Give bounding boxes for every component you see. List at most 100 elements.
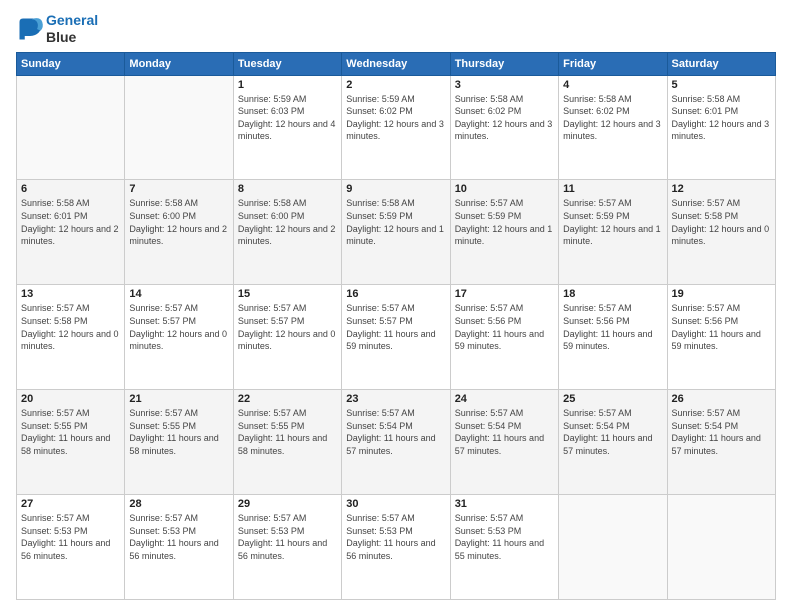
- calendar-cell: 17 Sunrise: 5:57 AM Sunset: 5:56 PM Dayli…: [450, 285, 558, 390]
- calendar-cell: [17, 75, 125, 180]
- calendar-cell: 13 Sunrise: 5:57 AM Sunset: 5:58 PM Dayli…: [17, 285, 125, 390]
- calendar-cell: 11 Sunrise: 5:57 AM Sunset: 5:59 PM Dayli…: [559, 180, 667, 285]
- day-info: Sunrise: 5:57 AM Sunset: 5:57 PM Dayligh…: [346, 302, 445, 352]
- day-number: 19: [672, 288, 771, 300]
- calendar-cell: 27 Sunrise: 5:57 AM Sunset: 5:53 PM Dayli…: [17, 495, 125, 600]
- calendar-cell: 18Sunrise: 5:57 AM Sunset: 5:56 PM Dayli…: [559, 285, 667, 390]
- day-info: Sunrise: 5:57 AM Sunset: 5:53 PM Dayligh…: [455, 512, 554, 562]
- day-number: 27: [21, 498, 120, 510]
- calendar-cell: 20 Sunrise: 5:57 AM Sunset: 5:55 PM Dayli…: [17, 390, 125, 495]
- day-info: Sunrise: 5:58 AM Sunset: 6:02 PM Dayligh…: [455, 93, 554, 143]
- calendar-cell: 23Sunrise: 5:57 AM Sunset: 5:54 PM Dayli…: [342, 390, 450, 495]
- day-info: Sunrise: 5:58 AM Sunset: 6:02 PM Dayligh…: [563, 93, 662, 143]
- day-info: Sunrise: 5:57 AM Sunset: 5:53 PM Dayligh…: [346, 512, 445, 562]
- day-info: Sunrise: 5:57 AM Sunset: 5:54 PM Dayligh…: [672, 407, 771, 457]
- day-info: Sunrise: 5:57 AM Sunset: 5:54 PM Dayligh…: [455, 407, 554, 457]
- day-number: 20: [21, 393, 120, 405]
- day-info: Sunrise: 5:58 AM Sunset: 5:59 PM Dayligh…: [346, 197, 445, 247]
- day-number: 5: [672, 79, 771, 91]
- day-info: Sunrise: 5:57 AM Sunset: 5:55 PM Dayligh…: [238, 407, 337, 457]
- calendar-cell: 3 Sunrise: 5:58 AM Sunset: 6:02 PM Daylig…: [450, 75, 558, 180]
- day-number: 3: [455, 79, 554, 91]
- weekday-header: Thursday: [450, 52, 558, 75]
- day-number: 8: [238, 183, 337, 195]
- day-number: 17: [455, 288, 554, 300]
- day-number: 16: [346, 288, 445, 300]
- calendar-cell: 31 Sunrise: 5:57 AM Sunset: 5:53 PM Dayli…: [450, 495, 558, 600]
- logo: General Blue: [16, 12, 98, 46]
- day-info: Sunrise: 5:57 AM Sunset: 5:56 PM Dayligh…: [563, 302, 662, 352]
- day-number: 29: [238, 498, 337, 510]
- day-number: 15: [238, 288, 337, 300]
- day-number: 31: [455, 498, 554, 510]
- calendar-table: SundayMondayTuesdayWednesdayThursdayFrid…: [16, 52, 776, 600]
- calendar-cell: 8 Sunrise: 5:58 AM Sunset: 6:00 PM Daylig…: [233, 180, 341, 285]
- day-number: 14: [129, 288, 228, 300]
- day-info: Sunrise: 5:59 AM Sunset: 6:03 PM Dayligh…: [238, 93, 337, 143]
- day-number: 10: [455, 183, 554, 195]
- calendar-row: 1Sunrise: 5:59 AM Sunset: 6:03 PM Daylig…: [17, 75, 776, 180]
- calendar-cell: [125, 75, 233, 180]
- calendar-cell: 30 Sunrise: 5:57 AM Sunset: 5:53 PM Dayli…: [342, 495, 450, 600]
- weekday-header: Monday: [125, 52, 233, 75]
- day-number: 28: [129, 498, 228, 510]
- calendar-row: 27 Sunrise: 5:57 AM Sunset: 5:53 PM Dayli…: [17, 495, 776, 600]
- day-number: 6: [21, 183, 120, 195]
- calendar-cell: 19 Sunrise: 5:57 AM Sunset: 5:56 PM Dayli…: [667, 285, 775, 390]
- day-info: Sunrise: 5:57 AM Sunset: 5:54 PM Dayligh…: [563, 407, 662, 457]
- day-info: Sunrise: 5:57 AM Sunset: 5:57 PM Dayligh…: [238, 302, 337, 352]
- day-number: 21: [129, 393, 228, 405]
- day-info: Sunrise: 5:57 AM Sunset: 5:55 PM Dayligh…: [21, 407, 120, 457]
- header: General Blue: [16, 12, 776, 46]
- calendar-cell: 16 Sunrise: 5:57 AM Sunset: 5:57 PM Dayli…: [342, 285, 450, 390]
- day-info: Sunrise: 5:57 AM Sunset: 5:58 PM Dayligh…: [672, 197, 771, 247]
- day-info: Sunrise: 5:57 AM Sunset: 5:59 PM Dayligh…: [455, 197, 554, 247]
- calendar-cell: 4 Sunrise: 5:58 AM Sunset: 6:02 PM Daylig…: [559, 75, 667, 180]
- day-number: 11: [563, 183, 662, 195]
- day-info: Sunrise: 5:57 AM Sunset: 5:59 PM Dayligh…: [563, 197, 662, 247]
- day-info: Sunrise: 5:57 AM Sunset: 5:56 PM Dayligh…: [455, 302, 554, 352]
- day-number: 12: [672, 183, 771, 195]
- calendar-row: 13 Sunrise: 5:57 AM Sunset: 5:58 PM Dayli…: [17, 285, 776, 390]
- calendar-cell: 2 Sunrise: 5:59 AM Sunset: 6:02 PM Daylig…: [342, 75, 450, 180]
- calendar-cell: [667, 495, 775, 600]
- weekday-header: Tuesday: [233, 52, 341, 75]
- day-info: Sunrise: 5:57 AM Sunset: 5:55 PM Dayligh…: [129, 407, 228, 457]
- day-number: 4: [563, 79, 662, 91]
- day-number: 7: [129, 183, 228, 195]
- calendar-cell: 7 Sunrise: 5:58 AM Sunset: 6:00 PM Daylig…: [125, 180, 233, 285]
- calendar-cell: 26 Sunrise: 5:57 AM Sunset: 5:54 PM Dayli…: [667, 390, 775, 495]
- day-number: 25: [563, 393, 662, 405]
- day-number: 30: [346, 498, 445, 510]
- day-info: Sunrise: 5:57 AM Sunset: 5:57 PM Dayligh…: [129, 302, 228, 352]
- day-info: Sunrise: 5:57 AM Sunset: 5:53 PM Dayligh…: [129, 512, 228, 562]
- day-number: 24: [455, 393, 554, 405]
- day-info: Sunrise: 5:58 AM Sunset: 6:00 PM Dayligh…: [238, 197, 337, 247]
- day-info: Sunrise: 5:59 AM Sunset: 6:02 PM Dayligh…: [346, 93, 445, 143]
- day-number: 2: [346, 79, 445, 91]
- calendar-cell: 1Sunrise: 5:59 AM Sunset: 6:03 PM Daylig…: [233, 75, 341, 180]
- calendar-cell: 9Sunrise: 5:58 AM Sunset: 5:59 PM Daylig…: [342, 180, 450, 285]
- calendar-cell: 29Sunrise: 5:57 AM Sunset: 5:53 PM Dayli…: [233, 495, 341, 600]
- calendar-header-row: SundayMondayTuesdayWednesdayThursdayFrid…: [17, 52, 776, 75]
- weekday-header: Friday: [559, 52, 667, 75]
- day-info: Sunrise: 5:58 AM Sunset: 6:01 PM Dayligh…: [672, 93, 771, 143]
- calendar-cell: 6Sunrise: 5:58 AM Sunset: 6:01 PM Daylig…: [17, 180, 125, 285]
- calendar-cell: 15 Sunrise: 5:57 AM Sunset: 5:57 PM Dayli…: [233, 285, 341, 390]
- day-info: Sunrise: 5:57 AM Sunset: 5:58 PM Dayligh…: [21, 302, 120, 352]
- calendar-cell: 21 Sunrise: 5:57 AM Sunset: 5:55 PM Dayli…: [125, 390, 233, 495]
- calendar-row: 6Sunrise: 5:58 AM Sunset: 6:01 PM Daylig…: [17, 180, 776, 285]
- day-info: Sunrise: 5:58 AM Sunset: 6:00 PM Dayligh…: [129, 197, 228, 247]
- day-number: 22: [238, 393, 337, 405]
- calendar-cell: 12 Sunrise: 5:57 AM Sunset: 5:58 PM Dayli…: [667, 180, 775, 285]
- weekday-header: Wednesday: [342, 52, 450, 75]
- calendar-cell: 14 Sunrise: 5:57 AM Sunset: 5:57 PM Dayli…: [125, 285, 233, 390]
- weekday-header: Sunday: [17, 52, 125, 75]
- calendar-cell: 28 Sunrise: 5:57 AM Sunset: 5:53 PM Dayli…: [125, 495, 233, 600]
- day-number: 26: [672, 393, 771, 405]
- calendar-cell: 24 Sunrise: 5:57 AM Sunset: 5:54 PM Dayli…: [450, 390, 558, 495]
- day-number: 13: [21, 288, 120, 300]
- day-info: Sunrise: 5:57 AM Sunset: 5:56 PM Dayligh…: [672, 302, 771, 352]
- calendar-cell: 10 Sunrise: 5:57 AM Sunset: 5:59 PM Dayli…: [450, 180, 558, 285]
- day-info: Sunrise: 5:57 AM Sunset: 5:53 PM Dayligh…: [21, 512, 120, 562]
